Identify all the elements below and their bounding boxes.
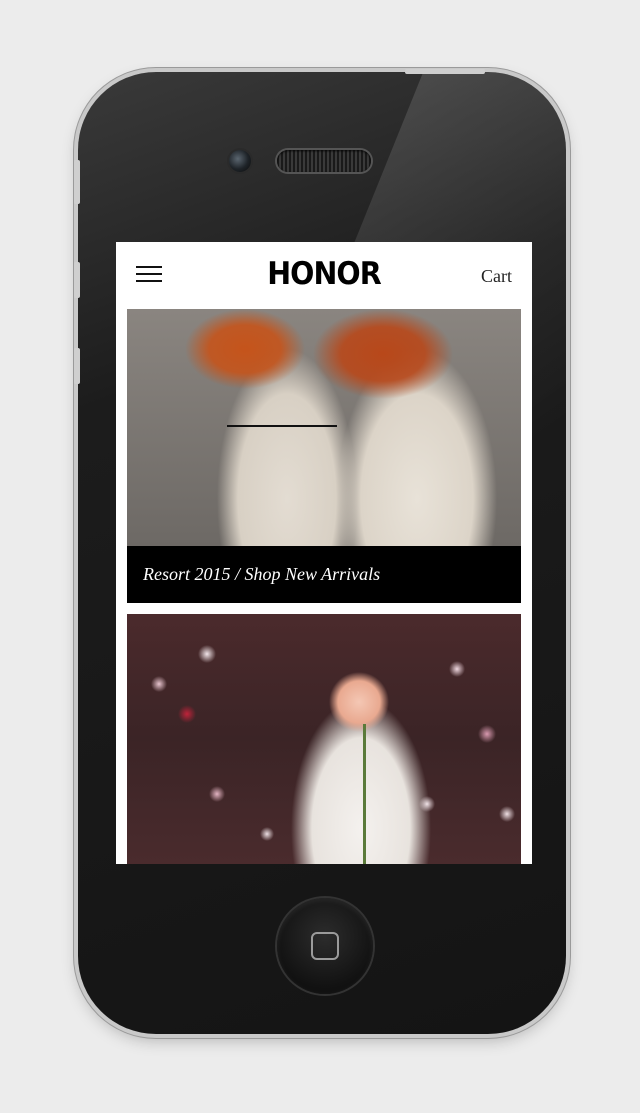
cart-link[interactable]: Cart: [481, 266, 512, 287]
brand-logo[interactable]: HONOR: [133, 256, 516, 292]
front-camera-icon: [229, 150, 251, 172]
home-button[interactable]: [277, 898, 373, 994]
volume-up-button: [74, 262, 80, 298]
volume-down-button: [74, 348, 80, 384]
floral-editorial-photo: [127, 614, 521, 864]
app-screen: HONOR Cart Resort 2015 / Shop New Arriva…: [116, 242, 532, 864]
resort-collection-photo: [127, 309, 521, 546]
top-nav: HONOR Cart: [116, 242, 532, 308]
flower-stem: [363, 724, 366, 864]
home-square-icon: [311, 932, 339, 960]
sleep-button: [405, 69, 485, 74]
dress-collar-trim: [227, 425, 337, 427]
feature-card-resort[interactable]: Resort 2015 / Shop New Arrivals: [127, 309, 521, 603]
earpiece-speaker: [277, 150, 371, 172]
mute-switch: [74, 160, 80, 204]
feature-card-floral[interactable]: [127, 614, 521, 864]
feature-caption[interactable]: Resort 2015 / Shop New Arrivals: [127, 546, 521, 603]
